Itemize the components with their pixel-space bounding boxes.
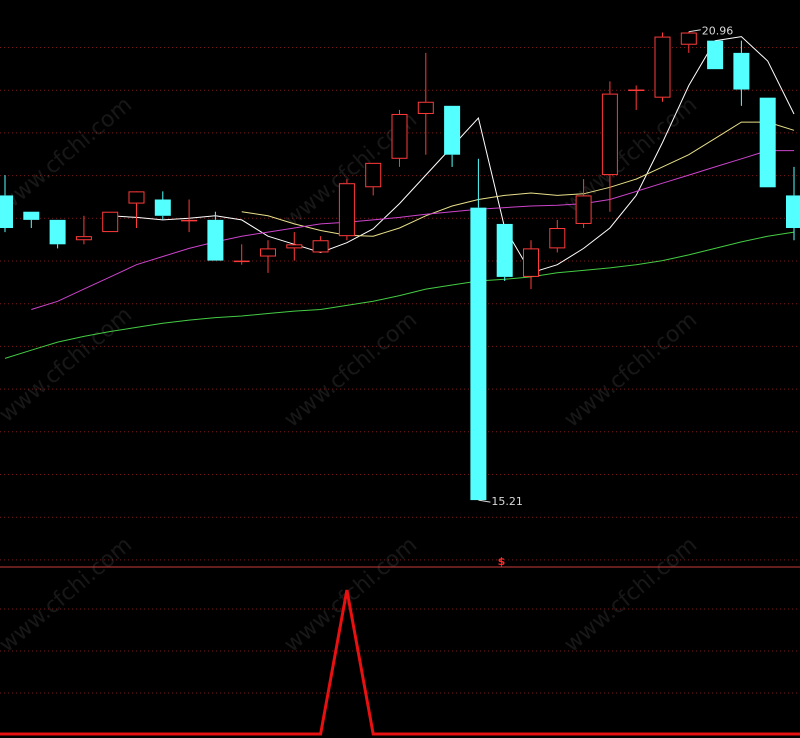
watermark-text: www.cfchi.com: [0, 302, 137, 427]
high-marker-line: [688, 29, 701, 33]
candle: [338, 179, 355, 241]
candle-body-up: [286, 244, 303, 249]
candle-body-up: [365, 162, 382, 188]
candle-body-down: [444, 105, 461, 155]
candle: [707, 40, 724, 70]
high-price-label: 20.96: [702, 25, 734, 38]
ma-line-3: [31, 150, 794, 310]
candle: [365, 162, 382, 196]
candle-body-up: [628, 89, 645, 92]
candle-body-down: [733, 52, 750, 90]
candle: [207, 211, 224, 261]
candle: [523, 240, 539, 290]
candle-body-up: [233, 260, 250, 263]
candle-body-down: [759, 97, 776, 188]
candle: [75, 215, 92, 245]
candle: [286, 232, 303, 261]
candle: [496, 223, 513, 281]
watermark-text: www.cfchi.com: [560, 307, 702, 432]
candle: [654, 32, 671, 102]
candle-body-up: [575, 195, 592, 224]
candle-body-up: [417, 101, 434, 114]
candle-body-up: [391, 113, 408, 159]
candle: [23, 211, 40, 229]
candle: [154, 191, 171, 220]
watermark-text: www.cfchi.com: [280, 532, 422, 657]
signal-marker-label: $: [498, 555, 506, 568]
candle: [759, 97, 776, 188]
candle: [628, 85, 645, 110]
candle-body-up: [680, 32, 697, 45]
candle: [102, 211, 119, 233]
watermark-text: www.cfchi.com: [0, 92, 137, 217]
candle-body-down: [49, 219, 66, 245]
candle-body-up: [549, 228, 566, 249]
candle-body-up: [75, 236, 92, 241]
candle-body-up: [128, 191, 145, 204]
candle: [312, 236, 329, 253]
candle: [549, 219, 566, 253]
candle-body-down: [470, 207, 487, 501]
candle: [233, 244, 250, 265]
indicator-line: [0, 589, 800, 736]
candle-body-up: [523, 248, 539, 277]
watermark-text: www.cfchi.com: [0, 532, 137, 657]
stock-chart: www.cfchi.com www.cfchi.com www.cfchi.com w…: [0, 25, 800, 736]
candle: [786, 166, 800, 241]
candle-body-up: [181, 219, 198, 222]
watermark-text: www.cfchi.com: [560, 532, 702, 657]
candle: [128, 191, 145, 229]
candle: [733, 40, 750, 106]
candle-body-up: [260, 248, 276, 257]
candle-body-down: [0, 195, 13, 229]
candle: [470, 158, 487, 501]
candle-body-up: [312, 240, 329, 253]
indicator-grid: [0, 608, 800, 694]
candle: [260, 240, 276, 273]
candle: [444, 105, 461, 167]
candle-body-down: [207, 219, 224, 261]
watermarks: www.cfchi.com www.cfchi.com www.cfchi.com w…: [0, 92, 702, 657]
candle: [181, 199, 198, 233]
low-price-label: 15.21: [491, 495, 523, 508]
candle-body-up: [654, 36, 671, 98]
candle-body-down: [23, 211, 40, 220]
candle-body-up: [338, 183, 355, 237]
candle: [49, 219, 66, 249]
candle-body-up: [102, 211, 119, 233]
watermark-text: www.cfchi.com: [280, 307, 422, 432]
candle-body-up: [601, 93, 618, 176]
candle-body-down: [707, 40, 724, 70]
candle-body-down: [154, 199, 171, 216]
candle-body-down: [496, 223, 513, 277]
candle: [680, 31, 697, 53]
candle-body-down: [786, 195, 800, 229]
candle: [391, 109, 408, 167]
candle: [417, 52, 434, 155]
low-marker-line: [478, 499, 491, 503]
